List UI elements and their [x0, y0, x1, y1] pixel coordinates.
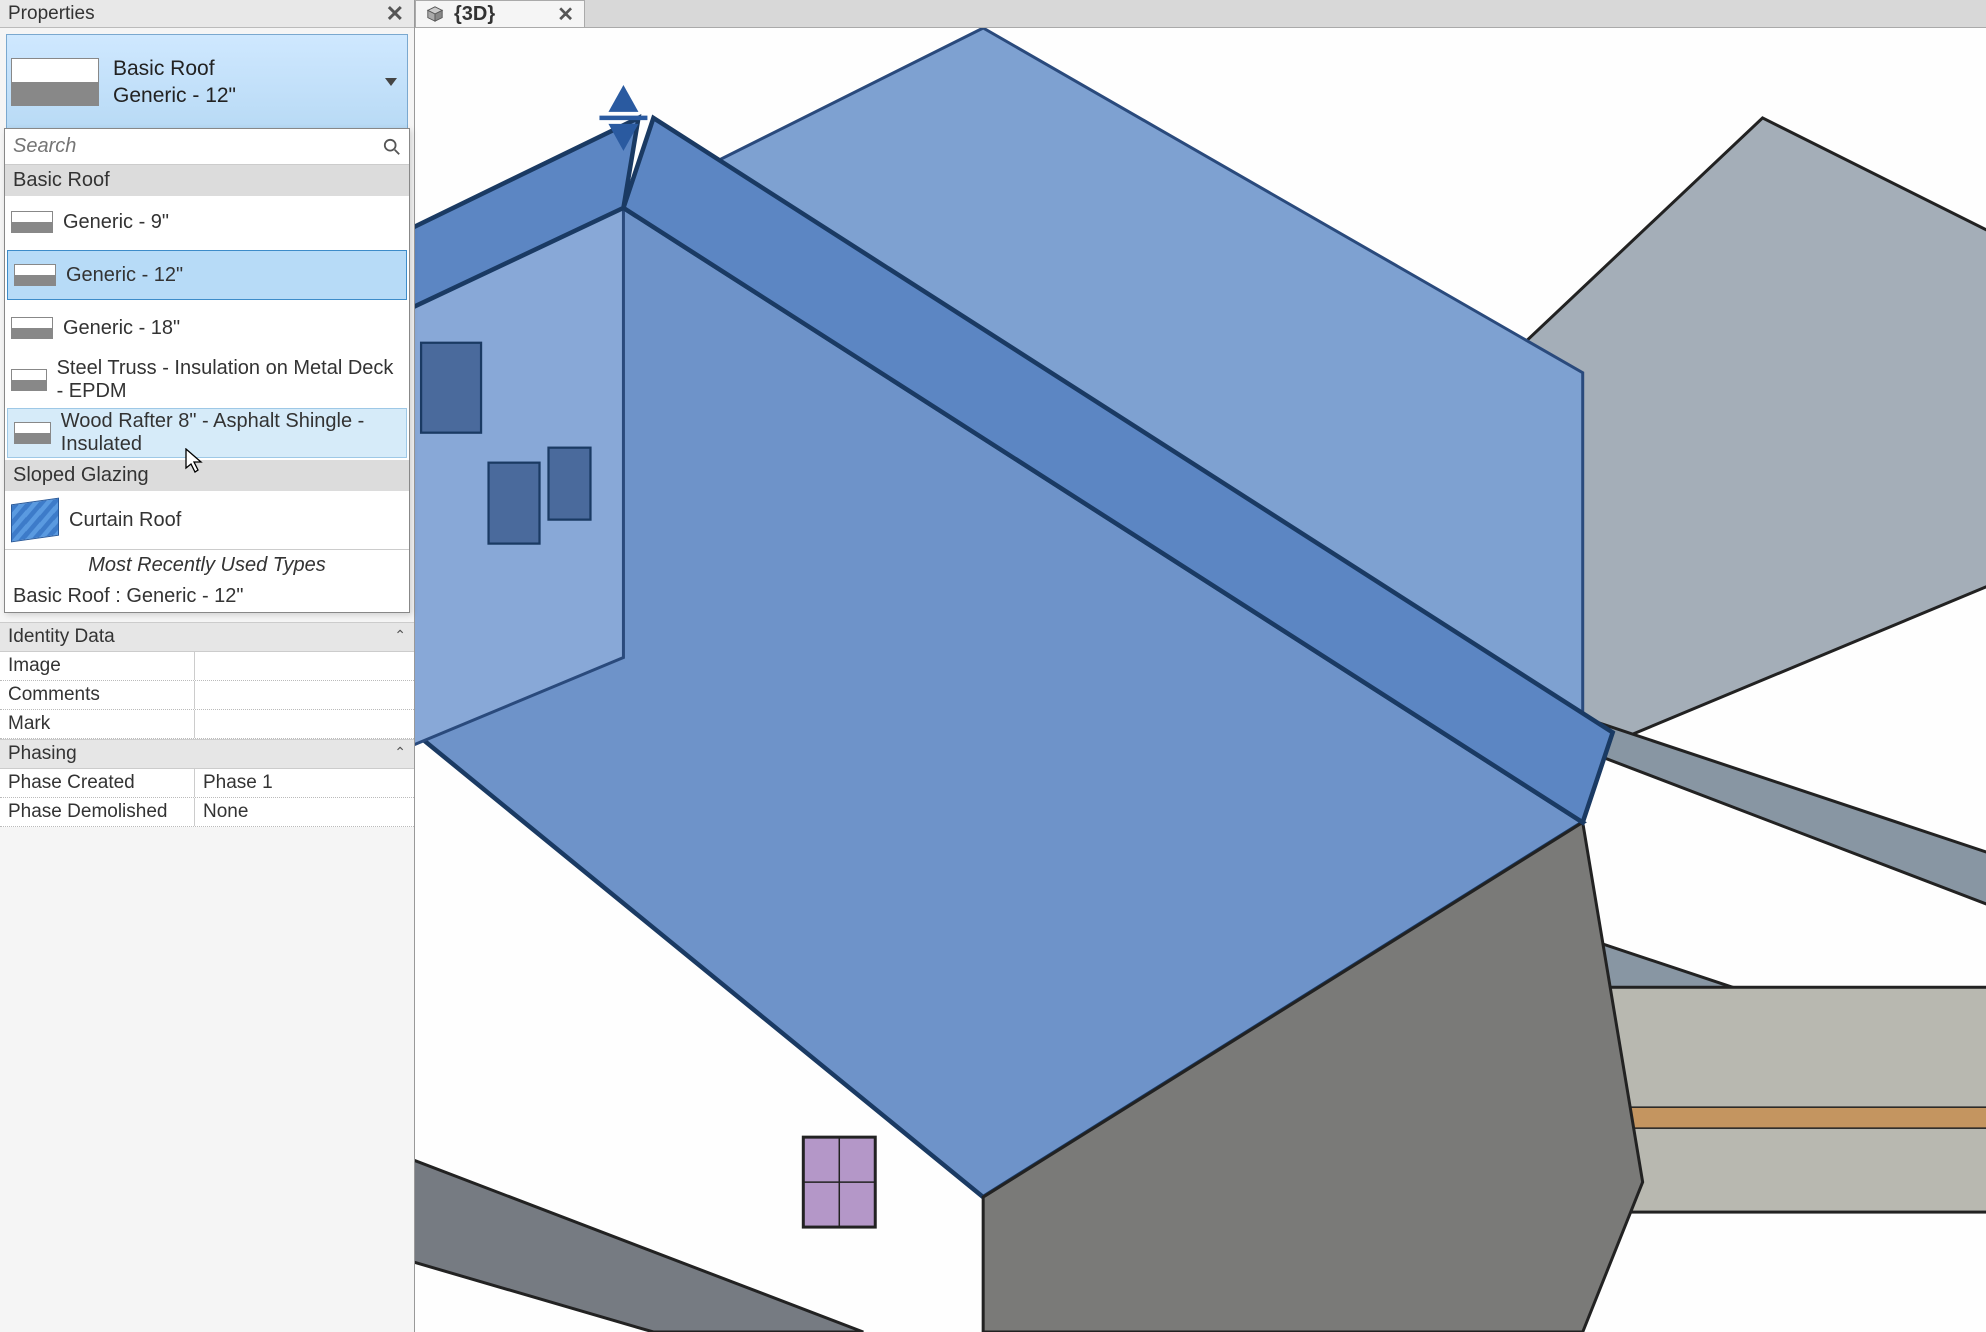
- type-family: Basic Roof: [113, 55, 236, 82]
- type-item-generic-12[interactable]: Generic - 12": [7, 250, 407, 300]
- panel-title: Properties: [8, 3, 382, 25]
- close-tab-button[interactable]: ✕: [557, 2, 574, 27]
- chevron-down-icon: [385, 78, 397, 86]
- prop-row: Phase Demolished None: [0, 798, 414, 827]
- type-selector-dropdown[interactable]: Basic Roof Generic - 12": [6, 34, 408, 130]
- prop-label: Phase Demolished: [0, 798, 195, 826]
- category-header: Basic Roof: [5, 165, 409, 196]
- panel-header: Properties ✕: [0, 0, 414, 28]
- prop-value[interactable]: Phase 1: [195, 769, 414, 797]
- search-row: [5, 129, 409, 165]
- type-name: Generic - 12": [113, 82, 236, 109]
- prop-label: Phase Created: [0, 769, 195, 797]
- type-item-label: Generic - 18": [63, 317, 180, 340]
- cursor-icon: [185, 448, 203, 474]
- type-item-wood-rafter[interactable]: Wood Rafter 8" - Asphalt Shingle - Insul…: [7, 408, 407, 458]
- prop-value[interactable]: [195, 681, 414, 709]
- curtain-thumb-icon: [11, 498, 59, 543]
- prop-value[interactable]: None: [195, 798, 414, 826]
- search-icon[interactable]: [383, 138, 401, 156]
- roof-thumb-icon: [14, 422, 51, 444]
- cube-icon: [426, 5, 444, 23]
- roof-thumb-icon: [11, 211, 53, 233]
- type-item-label: Generic - 12": [66, 264, 183, 287]
- type-thumb-icon: [11, 58, 99, 106]
- roof-thumb-icon: [11, 369, 47, 391]
- type-item-label: Generic - 9": [63, 211, 169, 234]
- prop-label: Comments: [0, 681, 195, 709]
- prop-row: Image: [0, 652, 414, 681]
- properties-panel: Properties ✕ Basic Roof Generic - 12" Ba…: [0, 0, 415, 1332]
- prop-value[interactable]: [195, 710, 414, 738]
- type-item-label: Steel Truss - Insulation on Metal Deck -…: [57, 357, 403, 403]
- roof-thumb-icon: [14, 264, 56, 286]
- close-panel-button[interactable]: ✕: [382, 1, 408, 27]
- section-phasing[interactable]: Phasing ⌃: [0, 739, 414, 769]
- category-header: Sloped Glazing: [5, 460, 409, 491]
- collapse-icon[interactable]: ⌃: [394, 627, 406, 644]
- type-item-label: Wood Rafter 8" - Asphalt Shingle - Insul…: [61, 410, 400, 456]
- property-grid: Identity Data ⌃ Image Comments Mark Phas…: [0, 622, 414, 827]
- prop-row: Comments: [0, 681, 414, 710]
- mru-item[interactable]: Basic Roof : Generic - 12": [5, 581, 409, 612]
- type-selector-text: Basic Roof Generic - 12": [113, 55, 236, 110]
- type-item-curtain-roof[interactable]: Curtain Roof: [5, 491, 409, 549]
- view-tab-label: {3D}: [454, 3, 495, 26]
- collapse-icon[interactable]: ⌃: [394, 744, 406, 761]
- mru-header: Most Recently Used Types: [5, 549, 409, 581]
- prop-label: Image: [0, 652, 195, 680]
- prop-value[interactable]: [195, 652, 414, 680]
- 3d-viewport[interactable]: [415, 28, 1986, 1332]
- type-item-generic-18[interactable]: Generic - 18": [5, 302, 409, 354]
- type-item-label: Curtain Roof: [69, 509, 181, 532]
- view-tab-3d[interactable]: {3D} ✕: [415, 0, 585, 27]
- prop-label: Mark: [0, 710, 195, 738]
- prop-row: Phase Created Phase 1: [0, 769, 414, 798]
- view-tab-strip: {3D} ✕: [415, 0, 1986, 28]
- search-input[interactable]: [13, 135, 383, 158]
- type-item-steel-truss[interactable]: Steel Truss - Insulation on Metal Deck -…: [5, 354, 409, 406]
- roof-thumb-icon: [11, 317, 53, 339]
- section-identity[interactable]: Identity Data ⌃: [0, 622, 414, 652]
- type-item-generic-9[interactable]: Generic - 9": [5, 196, 409, 248]
- type-dropdown-list: Basic Roof Generic - 9" Generic - 12" Ge…: [4, 128, 410, 613]
- view-area: {3D} ✕: [415, 0, 1986, 1332]
- prop-row: Mark: [0, 710, 414, 739]
